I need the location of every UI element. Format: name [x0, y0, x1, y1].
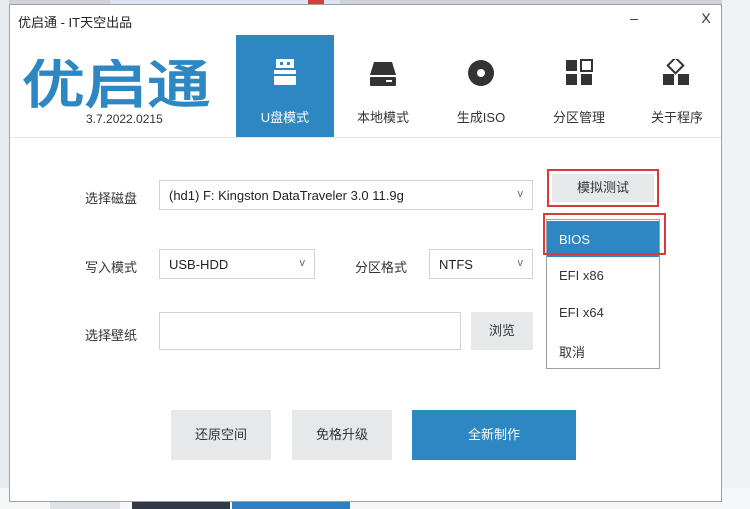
create-new-button[interactable]: 全新制作: [412, 410, 576, 460]
close-button[interactable]: X: [692, 10, 720, 30]
disk-label: 选择磁盘: [85, 191, 138, 206]
tab-label: 关于程序: [650, 110, 703, 125]
usb-drive-icon: [274, 59, 296, 85]
partition-grid-icon: [566, 59, 593, 85]
app-logo: 优启通: [22, 59, 210, 109]
tab-label: 生成ISO: [456, 110, 506, 125]
cubes-icon: [663, 59, 689, 85]
app-window: 优启通 - IT天空出品 – X 优启通 3.7.2022.0215 U盘模式: [9, 4, 722, 502]
menu-item-efi-x64[interactable]: EFI x64: [547, 294, 659, 330]
tab-label: 本地模式: [356, 110, 409, 125]
disc-icon: [468, 60, 494, 86]
window-title: 优启通 - IT天空出品: [18, 15, 133, 30]
menu-item-efi-x86[interactable]: EFI x86: [547, 257, 659, 293]
background-window-edge: [0, 0, 9, 509]
background-window-right: [722, 0, 750, 509]
tab-usb-mode[interactable]: U盘模式: [236, 35, 334, 137]
partition-format-value: NTFS: [439, 257, 473, 272]
simulate-test-button[interactable]: 模拟测试: [552, 174, 654, 202]
version-label: 3.7.2022.0215: [86, 112, 163, 126]
disk-select[interactable]: (hd1) F: Kingston DataTraveler 3.0 11.9g…: [159, 180, 533, 210]
tab-label: U盘模式: [260, 110, 310, 125]
minimize-button[interactable]: –: [620, 10, 648, 30]
restore-space-button[interactable]: 还原空间: [171, 410, 271, 460]
disk-select-value: (hd1) F: Kingston DataTraveler 3.0 11.9g: [169, 188, 404, 203]
write-mode-select[interactable]: USB-HDD v: [159, 249, 315, 279]
hard-disk-icon: [370, 62, 396, 86]
tab-partition-manager[interactable]: 分区管理: [530, 35, 628, 137]
partition-format-select[interactable]: NTFS v: [429, 249, 533, 279]
write-mode-value: USB-HDD: [169, 257, 229, 272]
browse-button[interactable]: 浏览: [471, 312, 533, 350]
write-mode-label: 写入模式: [85, 260, 138, 275]
wallpaper-input[interactable]: [159, 312, 461, 350]
tab-generate-iso[interactable]: 生成ISO: [432, 35, 530, 137]
partition-format-label: 分区格式: [355, 260, 408, 275]
chevron-down-icon: v: [517, 188, 524, 200]
bios-highlight: [543, 213, 666, 255]
menu-item-cancel[interactable]: 取消: [547, 331, 659, 367]
chevron-down-icon: v: [299, 257, 306, 269]
title-bar: 优启通 - IT天空出品 – X: [10, 5, 721, 35]
wallpaper-label: 选择壁纸: [85, 328, 138, 343]
tab-label: 分区管理: [552, 110, 605, 125]
app-header: 优启通 3.7.2022.0215 U盘模式 本地模式 生成ISO 分区管理 关…: [10, 35, 721, 138]
chevron-down-icon: v: [517, 257, 524, 269]
tab-about[interactable]: 关于程序: [628, 35, 723, 137]
simulate-test-highlight: 模拟测试: [547, 169, 659, 207]
tab-local-mode[interactable]: 本地模式: [334, 35, 432, 137]
format-free-upgrade-button[interactable]: 免格升级: [292, 410, 392, 460]
logo-text: 优启通: [22, 59, 210, 109]
